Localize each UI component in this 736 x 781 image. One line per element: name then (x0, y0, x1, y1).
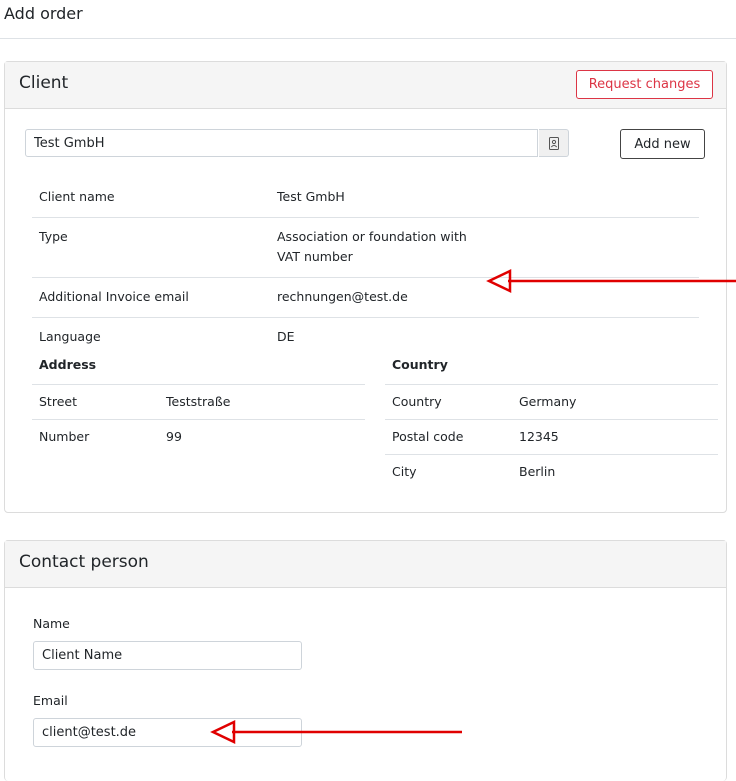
name-label: Name (33, 616, 70, 631)
country-label: Country (385, 384, 512, 420)
info-value: rechnungen@test.de (270, 277, 484, 318)
table-row: Postal code 12345 (385, 419, 718, 455)
contact-card-header: Contact person (5, 541, 726, 588)
contact-card-icon-button[interactable] (539, 129, 569, 157)
info-label: Additional Invoice email (32, 277, 270, 318)
title-divider (0, 38, 736, 39)
country-value: 12345 (512, 419, 718, 455)
client-search-input[interactable] (25, 129, 538, 157)
request-changes-button[interactable]: Request changes (576, 70, 713, 99)
table-row: Country Germany (385, 384, 718, 420)
country-value: Berlin (519, 464, 556, 479)
country-header: Country (385, 347, 718, 385)
country-label: Postal code (385, 419, 512, 455)
table-row: Client name Test GmbH (32, 178, 699, 218)
client-card-header: Client Request changes (5, 62, 726, 109)
add-new-client-button[interactable]: Add new (620, 129, 705, 159)
annotation-arrow-icon (210, 720, 462, 744)
name-input[interactable] (33, 641, 302, 670)
country-value: Germany (512, 384, 718, 420)
info-value: Association or foundation with VAT numbe… (270, 217, 484, 278)
address-label: Number (39, 429, 90, 444)
contact-card-title: Contact person (19, 552, 149, 572)
table-row: Street Teststraße (32, 384, 365, 420)
page-title: Add order (4, 4, 83, 23)
address-value: 99 (166, 429, 182, 444)
info-label: Client name (39, 189, 115, 204)
table-row: Number 99 (32, 420, 365, 455)
country-table: Country Country Germany Postal code 1234… (385, 347, 718, 489)
email-label: Email (33, 693, 68, 708)
client-card-title: Client (19, 73, 69, 93)
table-header-row: Country (385, 347, 718, 385)
info-value: Test GmbH (277, 189, 345, 204)
address-value: Teststraße (159, 384, 365, 420)
address-table: Address Street Teststraße Number 99 (32, 347, 365, 454)
address-label: Street (32, 384, 159, 420)
info-label: Type (32, 217, 270, 278)
address-book-icon (548, 136, 559, 150)
table-header-row: Address (32, 347, 365, 385)
address-header: Address (32, 347, 365, 385)
annotation-arrow-icon (486, 269, 736, 293)
table-row: City Berlin (385, 455, 718, 490)
country-label: City (392, 464, 417, 479)
